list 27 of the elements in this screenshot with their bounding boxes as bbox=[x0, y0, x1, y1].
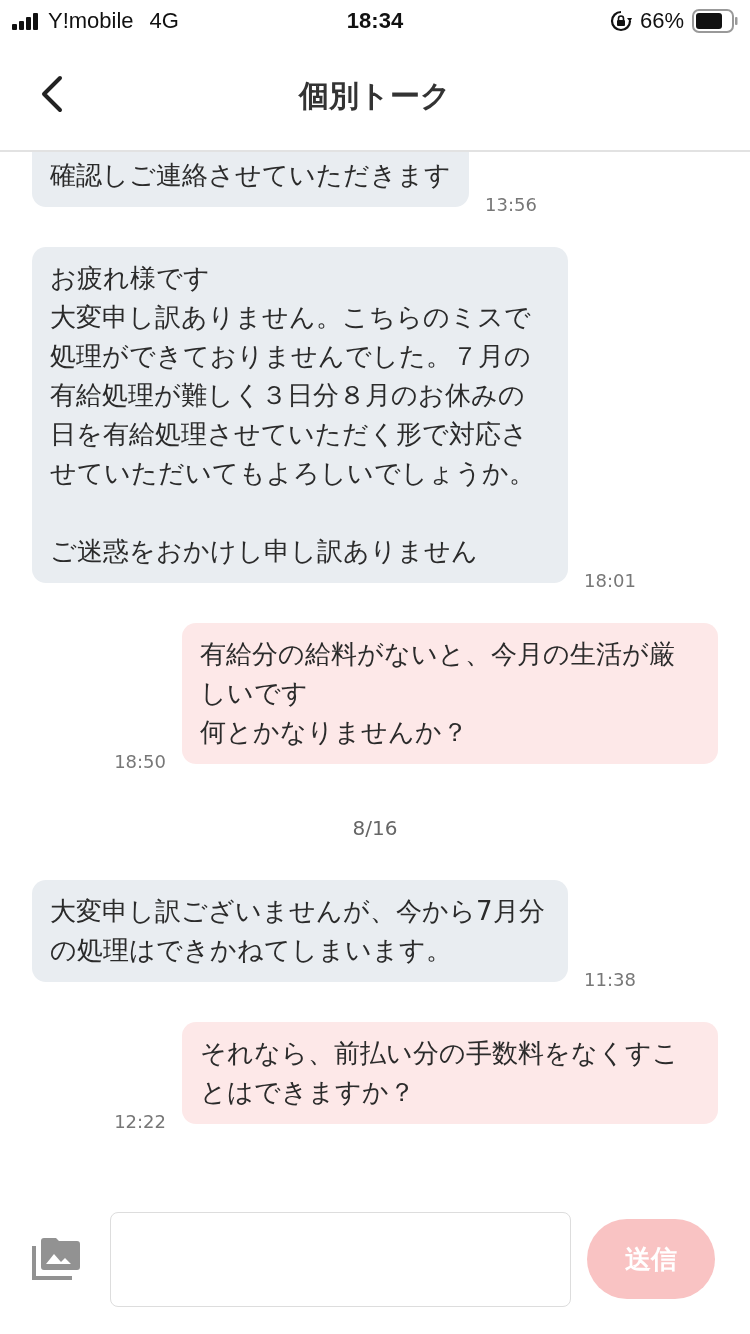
carrier-name: Y!mobile bbox=[48, 8, 134, 34]
message-time: 18:01 bbox=[584, 570, 636, 591]
battery-icon bbox=[692, 9, 738, 33]
message-time: 12:22 bbox=[114, 1111, 166, 1132]
date-separator: 8/16 bbox=[352, 816, 398, 840]
photo-gallery-icon bbox=[32, 1238, 80, 1280]
page-title: 個別トーク bbox=[299, 76, 451, 115]
photo-button[interactable] bbox=[32, 1238, 80, 1280]
message-text: 大変申し訳ございませんが、今から7月分の処理はできかねてしまいます。 bbox=[50, 895, 546, 967]
message-input-field[interactable] bbox=[110, 1211, 571, 1307]
message-text: お疲れ様です bbox=[50, 262, 211, 295]
message-text: 確認しご連絡させていただきます bbox=[50, 159, 451, 192]
message-time: 13:56 bbox=[485, 194, 537, 215]
message-text: 大変申し訳ありません。こちらのミスで処理ができておりませんでした。７月の有給処理が難しく３日分８月のお休みの日を有給処理させていただく形で対応させていただいてもよろしいでしょうか。 bbox=[50, 301, 536, 490]
message-text: 何とかなりませんか？ bbox=[200, 716, 469, 749]
message-text: それなら、前払い分の手数料をなくすことはできますか？ bbox=[200, 1037, 680, 1109]
battery-percent: 66% bbox=[639, 8, 684, 34]
clock-time: 18:34 bbox=[346, 8, 404, 34]
message-time: 11:38 bbox=[584, 969, 636, 990]
message-text: ご迷惑をおかけし申し訳ありません bbox=[50, 535, 479, 568]
back-button[interactable] bbox=[40, 75, 64, 113]
rotation-lock-icon bbox=[609, 10, 632, 32]
message-time: 18:50 bbox=[114, 751, 166, 772]
signal-icon bbox=[12, 12, 40, 30]
message-text: 有給分の給料がないと、今月の生活が厳しいです bbox=[200, 638, 676, 710]
back-chevron-icon bbox=[40, 75, 64, 113]
network-type: 4G bbox=[149, 8, 179, 34]
